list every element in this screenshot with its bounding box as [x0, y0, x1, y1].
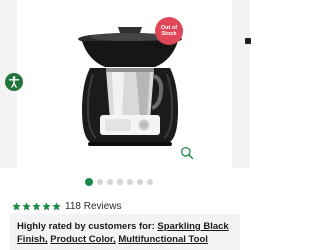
highlight-link-finish[interactable]: Finish, [17, 234, 48, 245]
star-icon [52, 201, 61, 210]
customer-highlights: Highly rated by customers for: Sparkling… [10, 214, 240, 250]
next-slide-peek[interactable] [232, 0, 250, 168]
star-icon [42, 201, 51, 210]
highlight-link-sparkling-black[interactable]: Sparkling Black [157, 221, 228, 232]
magnifier-zoom-icon [180, 146, 194, 160]
star-rating [12, 201, 61, 211]
product-image [78, 27, 182, 146]
star-icon [12, 201, 21, 210]
accessibility-icon [8, 76, 20, 88]
zoom-button[interactable] [177, 143, 197, 163]
out-of-stock-badge: Out of Stock [155, 17, 183, 45]
star-icon [22, 201, 31, 210]
carousel-pagination [85, 178, 153, 186]
accessibility-button[interactable] [5, 73, 23, 91]
rating-row: 118 Reviews [12, 199, 122, 213]
pagination-dot-active[interactable] [85, 178, 93, 186]
pagination-dot[interactable] [137, 179, 143, 185]
highlights-title: Highly rated by customers for: [17, 221, 155, 232]
badge-line-2: Stock [161, 31, 177, 37]
star-icon [32, 201, 41, 210]
highlight-link-product-color[interactable]: Product Color, [50, 234, 115, 245]
product-image-carousel[interactable]: Out of Stock [0, 0, 251, 168]
review-count-link[interactable]: 118 Reviews [65, 201, 122, 212]
pagination-dot[interactable] [107, 179, 113, 185]
pagination-dot[interactable] [127, 179, 133, 185]
next-slide-thumbnail [245, 38, 251, 44]
pagination-dot[interactable] [97, 179, 103, 185]
pagination-dot[interactable] [147, 179, 153, 185]
highlight-link-multifunctional-tool[interactable]: Multifunctional Tool [118, 234, 208, 245]
pagination-dot[interactable] [117, 179, 123, 185]
